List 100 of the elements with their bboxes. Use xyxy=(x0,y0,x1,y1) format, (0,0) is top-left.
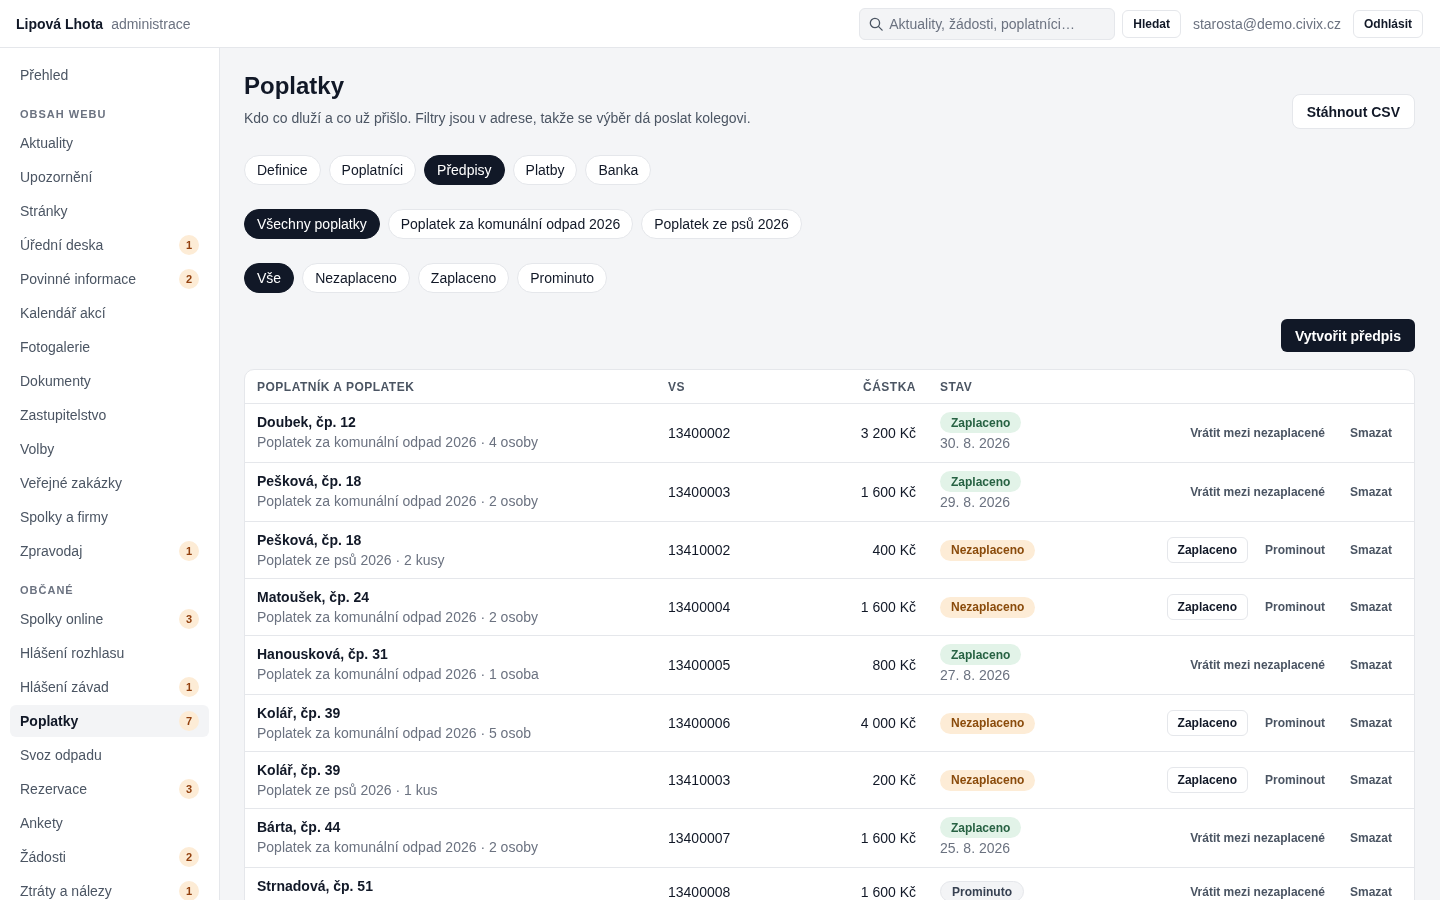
payer-name: Hanousková, čp. 31 xyxy=(257,645,389,664)
status-filter-chip[interactable]: Nezaplaceno xyxy=(302,263,410,293)
sidebar-link[interactable]: Veřejné zakázky xyxy=(10,467,209,499)
row-action-button[interactable]: Vrátit mezi nezaplacené xyxy=(1182,423,1333,443)
row-action-button[interactable]: Smazat xyxy=(1341,597,1400,617)
row-action-button[interactable]: Smazat xyxy=(1341,655,1400,675)
variable-symbol: 13400004 xyxy=(668,599,731,615)
sidebar-link[interactable]: Spolky online 3 xyxy=(10,603,209,635)
row-action-button[interactable]: Vrátit mezi nezaplacené xyxy=(1182,881,1333,900)
logout-button[interactable]: Odhlásit xyxy=(1353,9,1423,38)
variable-symbol: 13400008 xyxy=(668,883,731,900)
search-button[interactable]: Hledat xyxy=(1122,9,1181,38)
status-badge: Zaplaceno xyxy=(940,644,1022,665)
page-description: Kdo co dluží a co už přišlo. Filtry jsou v adrese, takže se výběr dá poslat kolegovi. xyxy=(244,109,751,128)
tab[interactable]: Předpisy xyxy=(424,155,505,185)
row-action-button[interactable]: Prominout xyxy=(1256,770,1333,790)
row-action-button[interactable]: Prominout xyxy=(1256,597,1333,617)
status-filter-chip[interactable]: Zaplaceno xyxy=(417,263,510,293)
variable-symbol: 13410003 xyxy=(668,772,731,788)
create-button[interactable]: Vytvořit předpis xyxy=(1280,319,1415,352)
count-badge: 1 xyxy=(179,881,199,900)
brand-name: Lipová Lhota xyxy=(16,15,104,32)
amount: 1 600 Kč xyxy=(860,830,916,846)
sidebar-link[interactable]: Hlášení rozhlasu xyxy=(10,637,209,669)
fee-description: Poplatek za komunální odpad 2026 · 1 osoba xyxy=(257,665,540,684)
fee-description: Poplatek za komunální odpad 2026 · 5 osob xyxy=(257,724,532,743)
count-badge: 1 xyxy=(179,235,199,255)
download-csv-button[interactable]: Stáhnout CSV xyxy=(1291,94,1415,129)
row-action-button[interactable]: Smazat xyxy=(1341,881,1400,900)
row-action-button[interactable]: Smazat xyxy=(1341,423,1400,443)
row-action-button[interactable]: Vrátit mezi nezaplacené xyxy=(1182,828,1333,848)
fee-description: Poplatek za komunální odpad 2026 · 2 osoby xyxy=(257,492,539,511)
column-header: VS xyxy=(667,379,686,394)
sidebar-link[interactable]: Upozornění xyxy=(10,161,209,193)
search-field[interactable]: Aktuality, žádosti, poplatníci… xyxy=(859,7,1116,40)
sidebar-link[interactable]: Zpravodaj 1 xyxy=(10,535,209,567)
variable-symbol: 13410002 xyxy=(668,542,731,558)
sidebar-link[interactable]: Povinné informace 2 xyxy=(10,263,209,295)
row-action-button[interactable]: Vrátit mezi nezaplacené xyxy=(1182,482,1333,502)
amount: 4 000 Kč xyxy=(860,715,916,731)
payer-name: Pešková, čp. 18 xyxy=(257,531,363,550)
row-action-button[interactable]: Smazat xyxy=(1341,713,1400,733)
sidebar-link[interactable]: Spolky a firmy xyxy=(10,501,209,533)
row-action-button[interactable]: Prominout xyxy=(1256,540,1333,560)
count-badge: 3 xyxy=(179,779,199,799)
status-filter-chip[interactable]: Prominuto xyxy=(517,263,608,293)
row-action-button[interactable]: Smazat xyxy=(1341,770,1400,790)
sidebar-link[interactable]: Kalendář akcí xyxy=(10,297,209,329)
row-action-button[interactable]: Smazat xyxy=(1341,482,1400,502)
fee-description: Poplatek za komunální odpad 2026 · 2 osoby xyxy=(257,838,539,857)
amount: 1 600 Kč xyxy=(860,883,916,900)
fee-filter-chip[interactable]: Poplatek za komunální odpad 2026 xyxy=(387,209,634,239)
fee-filter-chip[interactable]: Poplatek ze psů 2026 xyxy=(641,209,802,239)
payer-name: Pešková, čp. 18 xyxy=(257,472,363,491)
status-filter-chip[interactable]: Vše xyxy=(244,263,295,293)
row-action-button[interactable]: Prominout xyxy=(1256,713,1333,733)
row-action-button[interactable]: Zaplaceno xyxy=(1166,537,1248,563)
amount: 800 Kč xyxy=(872,657,916,673)
sidebar-link[interactable]: Žádosti 2 xyxy=(10,841,209,873)
row-action-button[interactable]: Vrátit mezi nezaplacené xyxy=(1182,655,1333,675)
status-badge: Nezaplaceno xyxy=(940,712,1036,734)
sidebar-link[interactable]: Dokumenty xyxy=(10,365,209,397)
tab[interactable]: Definice xyxy=(244,155,321,185)
sidebar-link[interactable]: Zastupitelstvo xyxy=(10,399,209,431)
column-header: STAV xyxy=(939,379,974,394)
sidebar-link[interactable]: Ztráty a nálezy 1 xyxy=(10,875,209,900)
sidebar-link[interactable]: Hlášení závad 1 xyxy=(10,671,209,703)
sidebar-link[interactable]: Aktuality xyxy=(10,127,209,159)
amount: 200 Kč xyxy=(872,772,916,788)
sidebar-link[interactable]: Ankety xyxy=(10,807,209,839)
amount: 1 600 Kč xyxy=(860,484,916,500)
column-header: ČÁSTKA xyxy=(862,379,917,394)
sidebar-link[interactable]: Přehled xyxy=(10,59,209,91)
brand-subtitle: administrace xyxy=(111,15,191,32)
sidebar-link[interactable]: Úřední deska 1 xyxy=(10,229,209,261)
paid-date: 27. 8. 2026 xyxy=(940,666,1011,685)
sidebar-link[interactable]: Rezervace 3 xyxy=(10,773,209,805)
fee-filter-chip[interactable]: Všechny poplatky xyxy=(244,209,380,239)
row-action-button[interactable]: Zaplaceno xyxy=(1166,767,1248,793)
column-header: POPLATNÍK A POPLATEK xyxy=(256,379,416,394)
count-badge: 1 xyxy=(179,541,199,561)
sidebar-link[interactable]: Stránky xyxy=(10,195,209,227)
count-badge: 1 xyxy=(179,677,199,697)
row-action-button[interactable]: Zaplaceno xyxy=(1166,710,1248,736)
sidebar-link[interactable]: Poplatky 7 xyxy=(10,705,209,737)
payer-name: Matoušek, čp. 24 xyxy=(257,588,371,607)
payer-name: Strnadová, čp. 51 xyxy=(257,877,374,896)
row-action-button[interactable]: Smazat xyxy=(1341,828,1400,848)
sidebar-link[interactable]: Volby xyxy=(10,433,209,465)
tab[interactable]: Banka xyxy=(585,155,652,185)
sidebar-link[interactable]: Svoz odpadu xyxy=(10,739,209,771)
variable-symbol: 13400006 xyxy=(668,715,731,731)
user-email: starosta@demo.civix.cz xyxy=(1192,15,1341,32)
row-action-button[interactable]: Smazat xyxy=(1341,540,1400,560)
search-icon xyxy=(869,16,884,31)
tab[interactable]: Platby xyxy=(512,155,578,185)
tab[interactable]: Poplatníci xyxy=(328,155,417,185)
count-badge: 2 xyxy=(179,847,199,867)
row-action-button[interactable]: Zaplaceno xyxy=(1166,594,1248,620)
sidebar-link[interactable]: Fotogalerie xyxy=(10,331,209,363)
